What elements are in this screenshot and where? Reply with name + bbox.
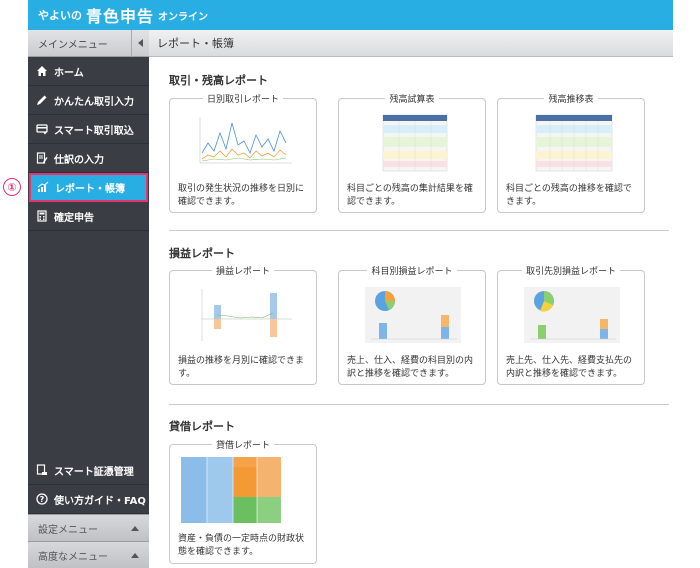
card-title: 日別取引レポート (202, 95, 283, 105)
card-title: 取引先別損益レポート (521, 267, 620, 277)
sidebar-item-label: 仕訳の入力 (54, 154, 104, 166)
help-icon: ? (36, 493, 48, 505)
section-title: 損益レポート (169, 247, 235, 260)
brand-suffix: オンライン (158, 11, 209, 23)
sidebar-item-label: ホーム (54, 67, 84, 79)
chevron-left-icon (138, 39, 143, 47)
card-description: 取引の発生状況の推移を日別に確認できます。 (178, 184, 305, 207)
calculator-icon (37, 210, 47, 222)
card-partner-profit-loss[interactable]: 取引先別損益レポート 売上先、仕入先、経費支払先の内訳と推移を確認できます。 (497, 267, 645, 385)
collapse-sidebar-button[interactable] (131, 29, 149, 57)
sidebar-item-smart-receipts[interactable]: スマート証憑管理 (28, 456, 149, 485)
section-transactions: 取引・残高レポート (169, 72, 669, 88)
card-title: 科目別損益レポート (367, 267, 457, 277)
sidebar-item-journal[interactable]: 仕訳の入力 (28, 144, 149, 173)
chevron-up-icon (131, 525, 139, 531)
sidebar-item-smart-import[interactable]: スマート取引取込 (28, 115, 149, 144)
table-thumbnail (382, 114, 448, 172)
card-title: 貸借レポート (211, 441, 274, 451)
section-profit-loss: 損益レポート (169, 245, 669, 261)
main-content: レポート・帳簿 取引・残高レポート 日別取引レポート 取引の発生状況の推移を日別… (149, 30, 673, 568)
brand-prefix: やよいの (38, 9, 82, 22)
card-description: 売上、仕入、経費の科目別の内訳と推移を確認できます。 (347, 356, 474, 379)
page-title: レポート・帳簿 (157, 37, 234, 50)
bar-chart-thumbnail (201, 289, 292, 341)
card-description: 科目ごとの残高の集計結果を確認できます。 (347, 184, 473, 207)
card-description: 科目ごとの残高の推移を確認できます。 (506, 184, 632, 207)
sidebar-item-label: レポート・帳簿 (55, 183, 125, 195)
pencil-icon (37, 95, 47, 105)
settings-menu-label: 設定メニュー (38, 524, 98, 536)
card-import-icon (36, 124, 48, 135)
card-description: 売上先、仕入先、経費支払先の内訳と推移を確認できます。 (506, 356, 633, 379)
card-profit-loss[interactable]: 損益レポート 損益の推移を月別に確認できます。 (169, 267, 317, 385)
annotation-marker: ① (3, 178, 21, 196)
sidebar-item-reports[interactable]: レポート・帳簿 (29, 173, 148, 202)
sidebar-item-easy-entry[interactable]: かんたん取引入力 (28, 86, 149, 115)
card-account-profit-loss[interactable]: 科目別損益レポート 売上、仕入、経費の科目別の内訳と推移を確認できます。 (338, 267, 486, 385)
sidebar-item-label: 使い方ガイド・FAQ (54, 495, 146, 507)
card-title: 損益レポート (211, 267, 274, 277)
sidebar-bottom: スマート証憑管理 ? 使い方ガイド・FAQ 設定メニュー 高度なメニュー (28, 456, 149, 568)
sidebar-item-label: スマート証憑管理 (54, 466, 134, 478)
settings-menu-toggle[interactable]: 設定メニュー (28, 514, 149, 541)
card-title: 残高推移表 (544, 95, 598, 105)
card-daily-transactions[interactable]: 日別取引レポート 取引の発生状況の推移を日別に確認できます。 (169, 95, 317, 213)
home-icon (37, 66, 47, 76)
chevron-up-icon (131, 552, 139, 558)
table-thumbnail (535, 114, 613, 172)
section-title: 取引・残高レポート (169, 74, 268, 87)
card-trial-balance[interactable]: 残高試算表 科目ごとの残高の集計結果を確認できます。 (338, 95, 486, 213)
brand-name: 青色申告 (86, 7, 155, 26)
pie-bar-thumbnail (524, 287, 620, 343)
section-balance-sheet: 貸借レポート (169, 418, 669, 434)
section-divider (169, 404, 669, 405)
sidebar-item-help[interactable]: ? 使い方ガイド・FAQ (28, 485, 149, 514)
journal-icon (36, 152, 48, 164)
sidebar-header: メインメニュー (28, 29, 149, 57)
app-header: やよいの 青色申告 オンライン (28, 0, 673, 30)
card-balance-sheet[interactable]: 貸借レポート 資産・負債の一定時点の財政状態を確認できます。 (169, 441, 317, 564)
section-title: 貸借レポート (169, 420, 235, 433)
card-description: 資産・負債の一定時点の財政状態を確認できます。 (178, 534, 305, 557)
section-divider (169, 230, 669, 231)
receipt-icon (36, 464, 47, 475)
chart-icon (37, 181, 49, 192)
card-title: 残高試算表 (385, 95, 439, 105)
line-chart-thumbnail (199, 117, 292, 164)
advanced-menu-toggle[interactable]: 高度なメニュー (28, 541, 149, 568)
treemap-thumbnail (181, 457, 281, 523)
card-description: 損益の推移を月別に確認できます。 (178, 356, 305, 379)
sidebar-item-label: かんたん取引入力 (54, 96, 134, 108)
sidebar-item-home[interactable]: ホーム (28, 57, 149, 86)
sidebar-item-label: スマート取引取込 (54, 125, 134, 137)
sidebar-title: メインメニュー (38, 39, 108, 51)
page-header: レポート・帳簿 (149, 30, 673, 57)
sidebar-item-label: 確定申告 (54, 212, 94, 224)
sidebar: メインメニュー ホーム かんたん取引入力 スマート取引取込 仕訳の入力 レポート… (28, 29, 149, 568)
sidebar-item-tax-return[interactable]: 確定申告 (28, 202, 149, 231)
card-balance-trend[interactable]: 残高推移表 科目ごとの残高の推移を確認できます。 (497, 95, 645, 213)
advanced-menu-label: 高度なメニュー (38, 551, 108, 563)
pie-bar-thumbnail (365, 287, 461, 343)
svg-text:?: ? (40, 495, 45, 504)
